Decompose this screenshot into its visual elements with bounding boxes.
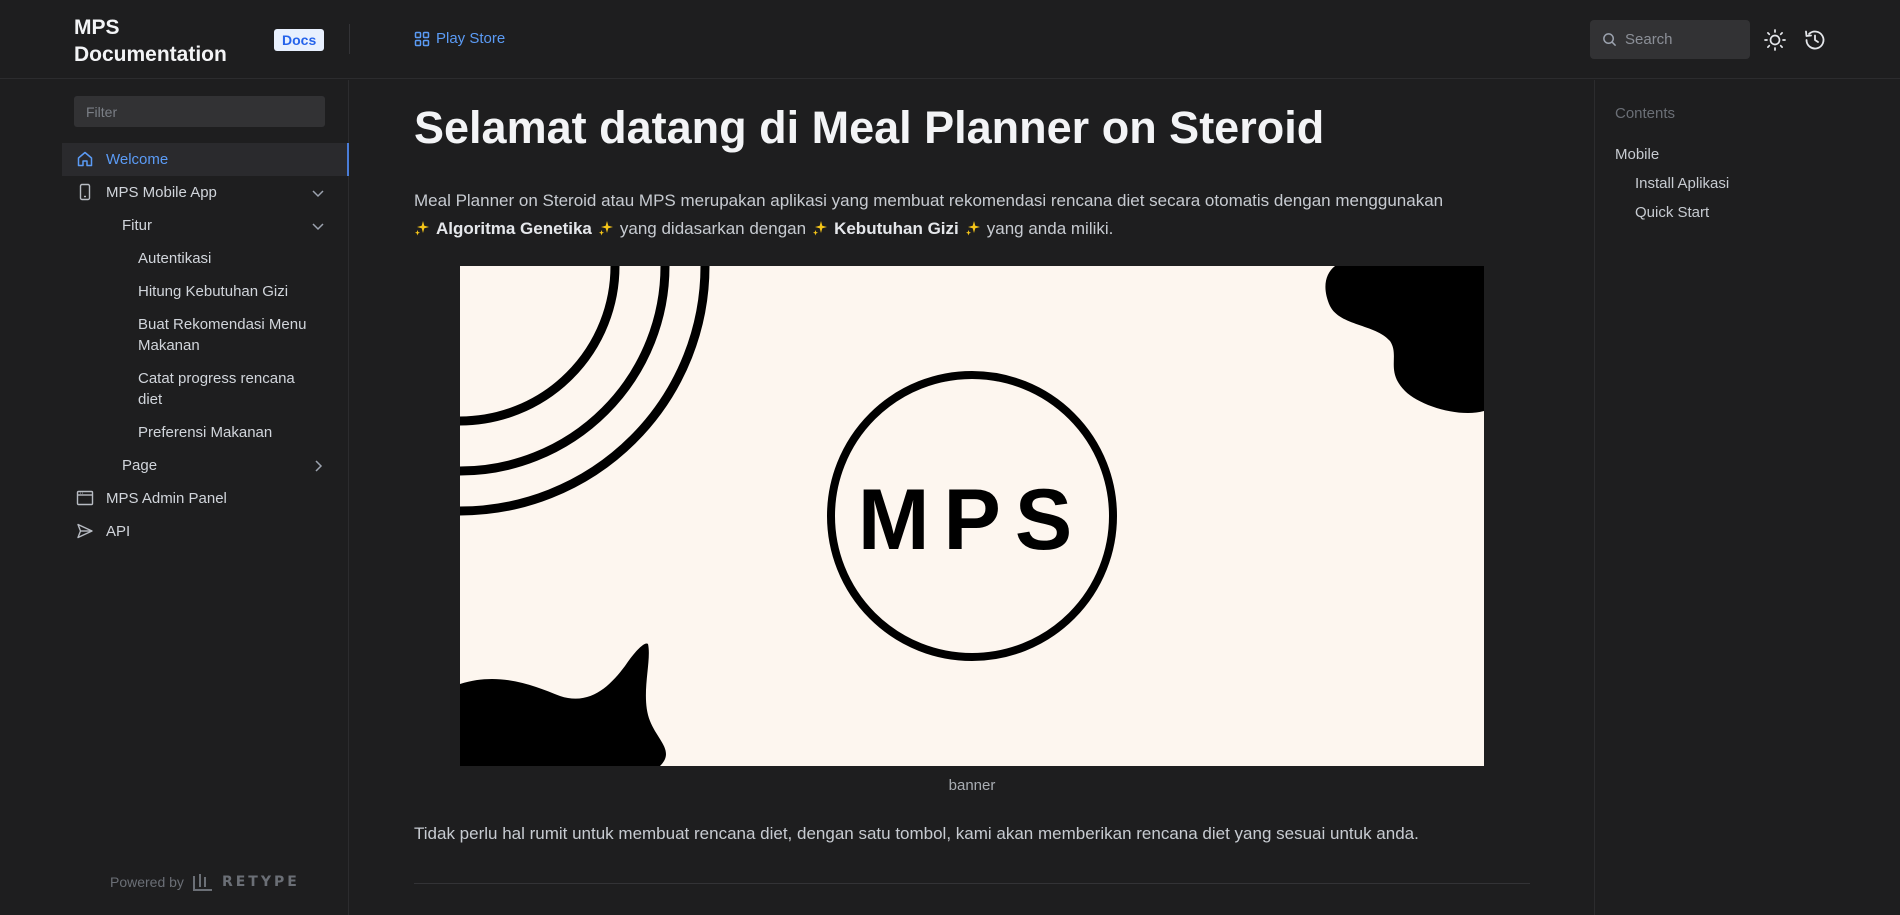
sparkles-icon [415, 221, 429, 236]
sidebar-item-label: Catat progress rencana diet [138, 370, 295, 408]
highlight-kebutuhan-gizi: Kebutuhan Gizi [834, 219, 959, 238]
sidebar-item-mps-mobile-app[interactable]: MPS Mobile App [62, 176, 349, 209]
sidebar-item-label: Hitung Kebutuhan Gizi [138, 283, 289, 300]
search-icon [1603, 33, 1617, 47]
filter-input[interactable] [74, 96, 325, 127]
search-box[interactable] [1590, 20, 1750, 59]
left-sidebar: Welcome MPS Mobile App Fitur Autentikasi… [0, 80, 349, 915]
intro-end-text: yang anda miliki. [986, 219, 1114, 238]
toc-item-quick-start[interactable]: Quick Start [1635, 204, 1709, 221]
highlight-algoritma-genetika: Algoritma Genetika [436, 219, 592, 238]
powered-by-label: Powered by [110, 874, 184, 890]
grid-icon [414, 31, 430, 46]
history-icon[interactable] [1803, 28, 1827, 52]
sidebar-item-welcome[interactable]: Welcome [62, 143, 349, 176]
play-store-label: Play Store [436, 30, 506, 47]
sidebar-item-label: API [106, 523, 131, 540]
search-input[interactable] [1625, 31, 1745, 48]
sidebar-item-label: MPS Mobile App [106, 184, 217, 201]
sidebar-item-catat-progress[interactable]: Catat progress rencana diet [62, 362, 349, 416]
sidebar-item-api[interactable]: API [62, 515, 349, 548]
sidebar-item-preferensi-makanan[interactable]: Preferensi Makanan [62, 416, 349, 449]
intro-mid-text: yang didasarkan dengan [619, 219, 807, 238]
sparkles-icon [598, 221, 613, 236]
sidebar-item-label: Welcome [106, 151, 169, 168]
sparkles-icon [965, 221, 980, 236]
banner-logo-text: MPS [858, 472, 1086, 568]
header-divider [349, 24, 350, 54]
content-divider [414, 883, 1530, 884]
docs-badge: Docs [274, 29, 325, 51]
chevron-down-icon[interactable] [311, 219, 325, 233]
page-title: Selamat datang di Meal Planner on Steroi… [414, 102, 1325, 153]
top-header: MPS Documentation Docs Play Store [0, 0, 1900, 79]
intro-paragraph: Meal Planner on Steroid atau MPS merupak… [414, 187, 1530, 243]
browser-window-icon [76, 490, 94, 506]
sidebar-item-label: Fitur [122, 217, 152, 234]
banner-image: MPS [460, 266, 1484, 766]
banner-caption: banner [948, 777, 996, 794]
sidebar-item-autentikasi[interactable]: Autentikasi [62, 242, 349, 275]
sidebar-item-buat-rekomendasi-menu[interactable]: Buat Rekomendasi Menu Makanan [62, 308, 349, 362]
toc-item-mobile[interactable]: Mobile [1615, 146, 1659, 163]
sidebar-item-label: MPS Admin Panel [106, 490, 227, 507]
sparkles-icon [813, 221, 828, 236]
sidebar-item-label: Autentikasi [138, 250, 212, 267]
outro-paragraph: Tidak perlu hal rumit untuk membuat renc… [414, 824, 1419, 843]
site-brand[interactable]: MPS Documentation [74, 14, 254, 68]
chevron-right-icon[interactable] [311, 459, 325, 473]
home-icon [77, 151, 93, 167]
sidebar-item-label: Preferensi Makanan [138, 424, 273, 441]
toc-item-install-aplikasi[interactable]: Install Aplikasi [1635, 175, 1729, 192]
sidebar-item-fitur[interactable]: Fitur [62, 209, 349, 242]
powered-by-retype[interactable]: Powered by RETYPE [110, 872, 300, 892]
paper-plane-icon [77, 523, 93, 539]
sidebar-item-mps-admin-panel[interactable]: MPS Admin Panel [62, 482, 349, 515]
table-of-contents: Contents Mobile Install Aplikasi Quick S… [1594, 80, 1900, 915]
sidebar-item-label: Page [122, 457, 158, 474]
sun-icon[interactable] [1763, 28, 1787, 52]
intro-text: Meal Planner on Steroid atau MPS merupak… [414, 191, 1444, 210]
sidebar-item-page[interactable]: Page [62, 449, 349, 482]
mobile-icon [79, 183, 91, 201]
chevron-down-icon[interactable] [311, 186, 325, 200]
toc-title: Contents [1615, 105, 1676, 122]
sidebar-item-label: Buat Rekomendasi Menu Makanan [138, 316, 307, 354]
sidebar-item-hitung-kebutuhan-gizi[interactable]: Hitung Kebutuhan Gizi [62, 275, 349, 308]
play-store-link[interactable]: Play Store [414, 30, 505, 47]
retype-logo-icon [192, 874, 212, 891]
retype-wordmark: RETYPE [221, 874, 300, 890]
